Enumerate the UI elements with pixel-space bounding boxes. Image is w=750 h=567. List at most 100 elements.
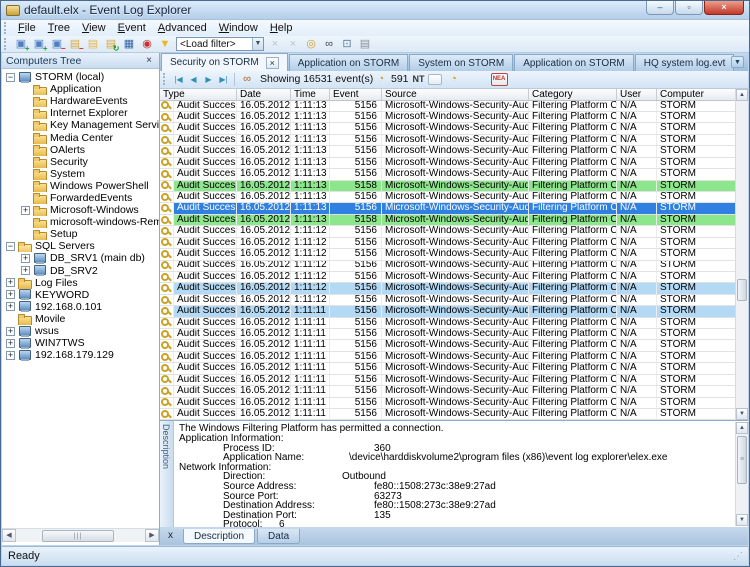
tab-system-on-storm[interactable]: System on STORM xyxy=(409,54,513,71)
tree-item-oalerts[interactable]: OAlerts xyxy=(2,144,159,156)
event-row[interactable]: Audit Success16.05.20121:11:115156Micros… xyxy=(160,375,748,386)
tree-item-microsoft-windows-remotedesktop[interactable]: microsoft-windows-RemoteDesktop xyxy=(2,216,159,228)
scroll-up-icon[interactable]: ▲ xyxy=(736,422,748,434)
scroll-right-icon[interactable]: ▶ xyxy=(145,529,159,542)
event-row[interactable]: Audit Success16.05.20121:11:135158Micros… xyxy=(160,181,748,192)
menu-event[interactable]: Event xyxy=(112,21,152,36)
tree-item-application[interactable]: Application xyxy=(2,83,159,95)
refresh-log-icon[interactable]: ▤↻ xyxy=(103,37,120,52)
tree-item-keyword[interactable]: +KEYWORD xyxy=(2,289,159,301)
add-computer-wizard-icon[interactable]: ▣+ xyxy=(31,37,48,52)
close-tab-icon[interactable]: × xyxy=(266,57,279,69)
event-row[interactable]: Audit Success16.05.20121:11:125156Micros… xyxy=(160,295,748,306)
expand-icon[interactable]: + xyxy=(21,206,30,215)
tree-item-db-srv1-main-db[interactable]: +DB_SRV1 (main db) xyxy=(2,252,159,264)
collapse-icon[interactable]: − xyxy=(6,242,15,251)
collapse-icon[interactable]: − xyxy=(6,73,15,82)
tab-description[interactable]: Description xyxy=(183,529,255,544)
menu-view[interactable]: View xyxy=(76,21,112,36)
tree-item-192-168-0-101[interactable]: +192.168.0.101 xyxy=(2,301,159,313)
tree-item-192-168-179-129[interactable]: +192.168.179.129 xyxy=(2,349,159,361)
event-row[interactable]: Audit Success16.05.20121:11:115156Micros… xyxy=(160,329,748,340)
tree-item-win7tws[interactable]: +WIN7TWS xyxy=(2,337,159,349)
add-computer-icon[interactable]: ▣+ xyxy=(13,37,30,52)
tab-list-dropdown-icon[interactable]: ▼ xyxy=(731,56,744,68)
tree-item-media-center[interactable]: Media Center xyxy=(2,131,159,143)
expand-icon[interactable]: + xyxy=(6,278,15,287)
filter-icon[interactable]: ▼ xyxy=(157,37,174,52)
menu-help[interactable]: Help xyxy=(264,21,299,36)
column-header-type[interactable]: Type xyxy=(160,89,237,100)
event-row[interactable]: Audit Success16.05.20121:11:125156Micros… xyxy=(160,272,748,283)
scrollbar-thumb[interactable]: ||| xyxy=(42,530,114,542)
event-row[interactable]: Audit Success16.05.20121:11:115156Micros… xyxy=(160,409,748,420)
column-header-user[interactable]: User xyxy=(617,89,657,100)
chevron-down-icon[interactable]: ▼ xyxy=(252,38,263,50)
prev-event-button[interactable]: ◀ xyxy=(186,72,201,86)
event-row[interactable]: Audit Success16.05.20121:11:135156Micros… xyxy=(160,169,748,180)
minimize-button[interactable]: – xyxy=(646,1,674,15)
tree-item-setup[interactable]: Setup xyxy=(2,228,159,240)
event-row[interactable]: Audit Success16.05.20121:11:125156Micros… xyxy=(160,226,748,237)
menu-advanced[interactable]: Advanced xyxy=(152,21,213,36)
close-description-icon[interactable]: x xyxy=(164,530,177,543)
column-header-computer[interactable]: Computer xyxy=(657,89,736,100)
expand-icon[interactable]: + xyxy=(21,266,30,275)
remove-filter-icon[interactable]: × xyxy=(285,37,302,52)
tab-data[interactable]: Data xyxy=(257,529,300,544)
event-row[interactable]: Audit Success16.05.20121:11:135156Micros… xyxy=(160,203,748,214)
tree-item-sql-servers[interactable]: −SQL Servers xyxy=(2,240,159,252)
clock-icon[interactable]: ◔ xyxy=(445,72,462,87)
note-icon[interactable] xyxy=(428,74,442,85)
event-row[interactable]: Audit Success16.05.20121:11:115156Micros… xyxy=(160,318,748,329)
tree-item-storm-local[interactable]: −STORM (local) xyxy=(2,71,159,83)
tree-item-forwardedevents[interactable]: ForwardedEvents xyxy=(2,192,159,204)
close-tree-panel-icon[interactable]: × xyxy=(143,55,155,66)
print-icon[interactable]: ▤ xyxy=(357,37,374,52)
goto-event-icon[interactable]: ◎ xyxy=(303,37,320,52)
event-row[interactable]: Audit Success16.05.20121:11:135158Micros… xyxy=(160,215,748,226)
next-event-button[interactable]: ▶ xyxy=(201,72,216,86)
menu-file[interactable]: File xyxy=(12,21,42,36)
expand-icon[interactable]: + xyxy=(6,290,15,299)
close-button[interactable]: × xyxy=(704,1,744,15)
scrollbar-thumb[interactable] xyxy=(737,279,747,301)
menu-tree[interactable]: Tree xyxy=(42,21,76,36)
tree-horizontal-scrollbar[interactable]: ◀ ||| ▶ xyxy=(2,528,159,542)
view-params-icon[interactable]: ⊡ xyxy=(339,37,356,52)
scroll-up-icon[interactable]: ▲ xyxy=(736,89,748,101)
tree-item-security[interactable]: Security xyxy=(2,156,159,168)
description-vertical-scrollbar[interactable]: ▲ ≡ ▼ xyxy=(735,422,748,526)
first-event-button[interactable]: |◀ xyxy=(171,72,186,86)
expand-icon[interactable]: + xyxy=(21,254,30,263)
tab-application-on-storm[interactable]: Application on STORM xyxy=(514,54,634,71)
resize-grip-icon[interactable]: ⋰ xyxy=(733,551,742,562)
events-vertical-scrollbar[interactable]: ▲ ▼ xyxy=(735,89,748,421)
event-time-filter-icon[interactable]: ◔ xyxy=(373,72,390,87)
event-row[interactable]: Audit Success16.05.20121:11:125156Micros… xyxy=(160,283,748,294)
event-row[interactable]: Audit Success16.05.20121:11:115156Micros… xyxy=(160,363,748,374)
remove-computer-icon[interactable]: ▣− xyxy=(49,37,66,52)
expand-icon[interactable]: + xyxy=(6,302,15,311)
event-row[interactable]: Audit Success16.05.20121:11:115156Micros… xyxy=(160,340,748,351)
last-event-button[interactable]: ▶| xyxy=(216,72,231,86)
event-row[interactable]: Audit Success16.05.20121:11:135156Micros… xyxy=(160,135,748,146)
tab-application-on-storm[interactable]: Application on STORM xyxy=(289,54,409,71)
scroll-down-icon[interactable]: ▼ xyxy=(736,514,748,526)
title-bar[interactable]: default.elx - Event Log Explorer – ▫ × xyxy=(1,1,749,20)
event-row[interactable]: Audit Success16.05.20121:11:125156Micros… xyxy=(160,249,748,260)
maximize-button[interactable]: ▫ xyxy=(675,1,703,15)
tree-item-key-management-service[interactable]: Key Management Service xyxy=(2,119,159,131)
tree-item-windows-powershell[interactable]: Windows PowerShell xyxy=(2,180,159,192)
close-log-icon[interactable]: ▤− xyxy=(67,37,84,52)
tree-item-hardwareevents[interactable]: HardwareEvents xyxy=(2,95,159,107)
scroll-left-icon[interactable]: ◀ xyxy=(2,529,16,542)
expand-icon[interactable]: + xyxy=(6,327,15,336)
event-row[interactable]: Audit Success16.05.20121:11:115156Micros… xyxy=(160,398,748,409)
column-header-source[interactable]: Source xyxy=(382,89,529,100)
tree-item-system[interactable]: System xyxy=(2,168,159,180)
expand-icon[interactable]: + xyxy=(6,351,15,360)
event-row[interactable]: Audit Success16.05.20121:11:135156Micros… xyxy=(160,146,748,157)
event-row[interactable]: Audit Success16.05.20121:11:125156Micros… xyxy=(160,261,748,272)
bookmark-icon[interactable]: ∞ xyxy=(239,72,256,87)
